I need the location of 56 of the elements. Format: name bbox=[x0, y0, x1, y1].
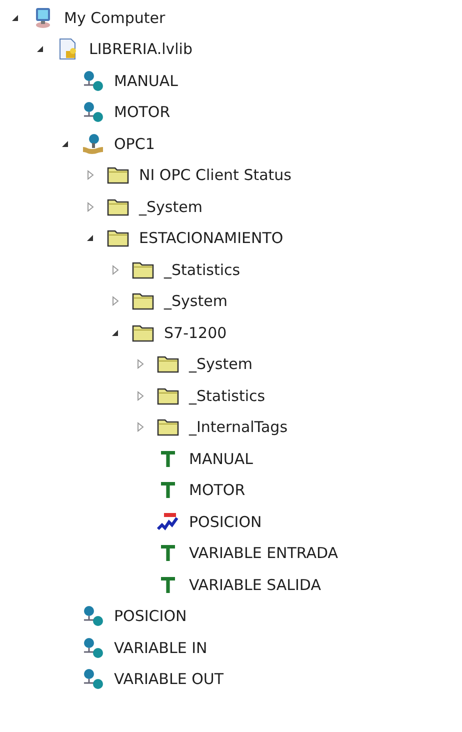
collapse-arrow-icon[interactable] bbox=[86, 234, 94, 242]
folder-icon bbox=[107, 198, 129, 216]
tree-item-label[interactable]: VARIABLE IN bbox=[114, 638, 208, 657]
computer-icon bbox=[34, 6, 52, 29]
tag-icon bbox=[161, 545, 175, 562]
tree-item-label[interactable]: POSICION bbox=[189, 512, 262, 531]
tree-item-label[interactable]: MANUAL bbox=[114, 72, 178, 90]
tree-item-label[interactable]: LIBRERIA.lvlib bbox=[89, 40, 192, 58]
tree-item-label[interactable]: _System bbox=[164, 292, 228, 310]
expand-arrow-icon[interactable] bbox=[86, 202, 94, 212]
tag-icon bbox=[161, 576, 175, 593]
server-icon bbox=[81, 132, 105, 155]
folder-icon bbox=[107, 229, 129, 248]
tag-icon bbox=[161, 450, 175, 467]
collapse-arrow-icon[interactable] bbox=[36, 45, 44, 54]
tree-item-label[interactable]: _System bbox=[139, 198, 202, 216]
tree-item-label[interactable]: OPC1 bbox=[114, 134, 155, 153]
folder-icon bbox=[132, 292, 154, 310]
folder-icon bbox=[107, 166, 129, 184]
expand-arrow-icon[interactable] bbox=[112, 264, 118, 275]
tree-item-label[interactable]: POSICION bbox=[114, 607, 187, 626]
folder-icon bbox=[157, 418, 179, 436]
tag-icon bbox=[161, 482, 175, 498]
folder-icon bbox=[157, 386, 179, 405]
tree-item-label[interactable]: ESTACIONAMIENTO bbox=[139, 229, 284, 248]
expand-arrow-icon[interactable] bbox=[136, 390, 144, 401]
expand-arrow-icon[interactable] bbox=[86, 170, 94, 180]
tree-item-label[interactable]: _Statistics bbox=[164, 260, 240, 279]
expand-arrow-icon[interactable] bbox=[136, 422, 144, 432]
network-variable-icon bbox=[82, 70, 104, 92]
network-variable-icon bbox=[82, 605, 104, 628]
folder-icon bbox=[132, 260, 154, 279]
network-variable-icon bbox=[82, 636, 104, 659]
collapse-arrow-icon[interactable] bbox=[111, 328, 119, 337]
network-variable-icon bbox=[82, 101, 104, 124]
tree-item-label[interactable]: _System bbox=[189, 355, 252, 374]
tree-item-label[interactable]: VARIABLE OUT bbox=[114, 670, 224, 688]
network-variable-icon bbox=[82, 668, 104, 690]
folder-icon bbox=[157, 355, 179, 374]
expand-arrow-icon[interactable] bbox=[136, 359, 144, 370]
tree-item-label[interactable]: VARIABLE SALIDA bbox=[189, 576, 321, 594]
tree-item-label[interactable]: MANUAL bbox=[189, 450, 254, 468]
tree-item-label[interactable]: NI OPC Client Status bbox=[139, 166, 292, 184]
collapse-arrow-icon[interactable] bbox=[11, 14, 19, 22]
tree-item-label[interactable]: _Statistics bbox=[189, 386, 266, 405]
waveform-icon bbox=[156, 512, 180, 532]
tree-item-label[interactable]: MOTOR bbox=[189, 481, 246, 500]
tree-item-label[interactable]: _InternalTags bbox=[189, 418, 288, 436]
tree-item-label[interactable]: S7-1200 bbox=[164, 324, 227, 342]
tree-item-label[interactable]: VARIABLE ENTRADA bbox=[189, 544, 338, 562]
document-icon bbox=[57, 38, 79, 60]
tree-item-label[interactable]: My Computer bbox=[64, 8, 166, 27]
tree-item-label[interactable]: MOTOR bbox=[114, 103, 170, 122]
expand-arrow-icon[interactable] bbox=[112, 296, 118, 306]
collapse-arrow-icon[interactable] bbox=[61, 140, 69, 148]
folder-icon bbox=[132, 324, 154, 342]
